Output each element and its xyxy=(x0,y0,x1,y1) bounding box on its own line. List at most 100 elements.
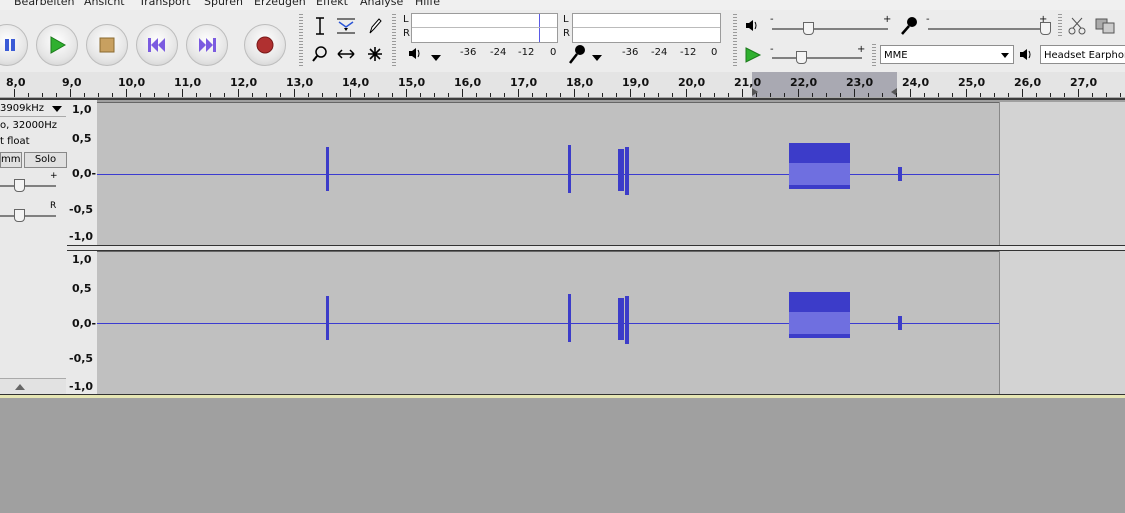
menu-analyse[interactable]: Analyse xyxy=(360,0,403,8)
ruler-minor-tick xyxy=(924,93,925,97)
record-level-meter[interactable] xyxy=(572,13,721,43)
ruler-minor-tick xyxy=(196,93,197,97)
waveform-burst xyxy=(326,296,329,340)
skip-start-button[interactable] xyxy=(136,24,178,66)
gain-track[interactable] xyxy=(0,185,56,187)
waveform-right-channel[interactable] xyxy=(97,251,999,395)
chevron-down-icon[interactable] xyxy=(591,54,603,62)
waveform-left-channel[interactable] xyxy=(97,102,999,246)
output-device-select[interactable]: Headset Earphon xyxy=(1040,45,1125,64)
play-button[interactable] xyxy=(36,24,78,66)
record-meter-left-label: L xyxy=(563,14,569,25)
audio-host-select[interactable]: MME xyxy=(880,45,1014,64)
speed-slider[interactable] xyxy=(796,51,807,64)
ruler-major-tick xyxy=(518,89,519,97)
menu-transport[interactable]: Transport xyxy=(139,0,191,8)
mute-button[interactable]: mm xyxy=(0,152,22,168)
input-volume-slider[interactable] xyxy=(1040,22,1051,35)
speaker-icon xyxy=(746,20,757,31)
empty-track-area[interactable] xyxy=(999,102,1125,245)
ruler-minor-tick xyxy=(322,93,323,97)
waveform-burst-core xyxy=(789,312,850,334)
ruler-label: 13,0 xyxy=(286,76,314,89)
ruler-minor-tick xyxy=(756,93,757,97)
y-label: 1,0 xyxy=(72,253,92,266)
waveform-tail xyxy=(571,174,605,175)
play-at-speed-icon[interactable] xyxy=(743,46,763,64)
skip-start-icon xyxy=(148,38,165,52)
ruler-minor-tick xyxy=(490,93,491,97)
y-label: 0,5 xyxy=(72,282,92,295)
collapse-track-button[interactable] xyxy=(0,378,66,394)
timeline-ruler[interactable]: 8,0 9,0 10,0 11,0 12,0 13,0 14,0 15,0 16,0 17,0 18… xyxy=(0,72,1125,98)
playback-level-meter[interactable] xyxy=(411,13,558,43)
ruler-minor-tick xyxy=(560,93,561,97)
menu-bearbeiten[interactable]: Bearbeiten xyxy=(14,0,74,8)
asterisk-icon xyxy=(368,47,382,61)
scissors-icon[interactable] xyxy=(1066,16,1088,36)
output-volume-slider[interactable] xyxy=(803,22,814,35)
ruler-minor-tick xyxy=(378,93,379,97)
ruler-minor-tick xyxy=(504,93,505,97)
pan-track[interactable] xyxy=(0,215,56,217)
draw-tool[interactable] xyxy=(364,15,386,37)
empty-project-area[interactable] xyxy=(0,398,1125,513)
toolbar-grip[interactable] xyxy=(1058,14,1062,38)
pause-button[interactable] xyxy=(0,24,28,66)
menu-effekt[interactable]: Effekt xyxy=(316,0,348,8)
record-scale-12: -12 xyxy=(680,47,697,58)
multi-tool[interactable] xyxy=(364,43,386,65)
playback-scale-24: -24 xyxy=(490,47,507,58)
gain-slider[interactable] xyxy=(14,179,25,192)
output-volume-plus: + xyxy=(883,14,892,25)
ruler-minor-tick xyxy=(770,93,771,97)
vertical-scale-left-channel: 1,0 0,5 0,0- -0,5 -1,0 xyxy=(67,100,97,245)
record-scale-0: 0 xyxy=(711,47,718,58)
envelope-tool[interactable] xyxy=(335,15,357,37)
ruler-minor-tick xyxy=(1008,93,1009,97)
stop-button[interactable] xyxy=(86,24,128,66)
ruler-minor-tick xyxy=(616,93,617,97)
chevron-down-icon xyxy=(52,106,62,112)
waveform-burst xyxy=(568,145,571,193)
speed-track[interactable] xyxy=(772,57,862,59)
play-icon xyxy=(50,36,67,54)
y-label: -1,0 xyxy=(69,380,94,393)
ruler-major-tick xyxy=(966,89,967,97)
waveform-tail xyxy=(571,323,605,324)
ruler-minor-tick xyxy=(994,93,995,97)
menu-erzeugen[interactable]: Erzeugen xyxy=(254,0,306,8)
time-shift-tool[interactable] xyxy=(335,43,357,65)
ruler-minor-tick xyxy=(728,93,729,97)
record-button[interactable] xyxy=(244,24,286,66)
pencil-icon xyxy=(369,18,382,34)
skip-end-button[interactable] xyxy=(186,24,228,66)
y-label: 0,5 xyxy=(72,132,92,145)
copy-icon[interactable] xyxy=(1094,16,1118,36)
selection-tool[interactable] xyxy=(309,15,331,37)
toolbar-grip[interactable] xyxy=(392,14,396,68)
chevron-down-icon[interactable] xyxy=(430,54,442,62)
selection-handles[interactable] xyxy=(752,87,897,97)
mute-label: mm xyxy=(1,154,21,165)
menu-spuren[interactable]: Spuren xyxy=(204,0,243,8)
output-volume-track[interactable] xyxy=(772,28,888,30)
zoom-tool[interactable] xyxy=(309,43,331,65)
ruler-minor-tick xyxy=(1064,93,1065,97)
solo-button[interactable]: Solo xyxy=(24,152,67,168)
input-volume-track[interactable] xyxy=(928,28,1044,30)
ruler-label: 27,0 xyxy=(1070,76,1098,89)
empty-track-area[interactable] xyxy=(999,251,1125,394)
ruler-minor-tick xyxy=(784,93,785,97)
y-label: -0,5 xyxy=(69,203,94,216)
menu-hilfe[interactable]: Hilfe xyxy=(415,0,440,8)
toolbar-grip[interactable] xyxy=(733,14,737,68)
toolbar-grip[interactable] xyxy=(872,44,876,66)
menu-ansicht[interactable]: Ansicht xyxy=(84,0,125,8)
ruler-minor-tick xyxy=(1106,93,1107,97)
pan-slider[interactable] xyxy=(14,209,25,222)
toolbar-grip[interactable] xyxy=(299,14,303,68)
track-name-menu[interactable]: 3909kHz xyxy=(0,102,66,117)
output-device-value: Headset Earphon xyxy=(1044,50,1125,61)
ruler-major-tick xyxy=(238,89,239,97)
